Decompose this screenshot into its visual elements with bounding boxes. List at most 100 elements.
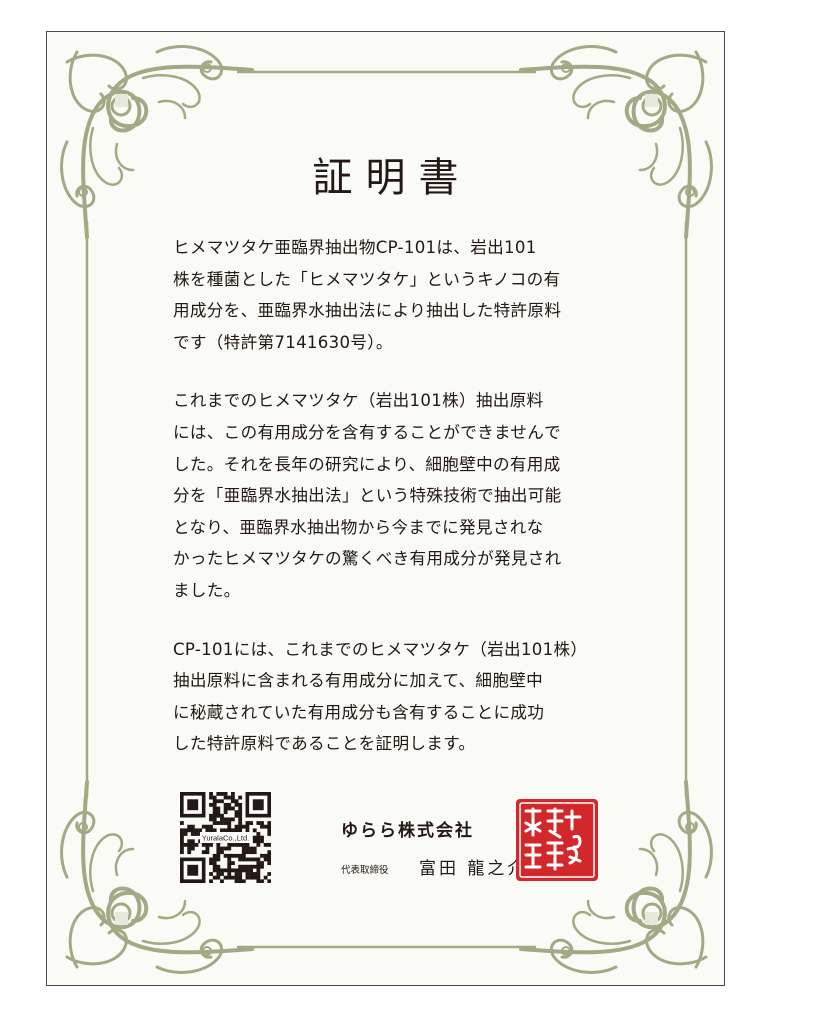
certificate-body: ヒメマツタケ亜臨界抽出物CP-101は、岩出101 株を種菌とした「ヒメマツタケ… <box>173 232 613 760</box>
paragraph-3: CP-101には、これまでのヒメマツタケ（岩出101株） 抽出原料に含まれる有用… <box>173 634 613 760</box>
qr-module <box>252 872 257 876</box>
qr-module <box>256 868 261 873</box>
qr-module <box>267 821 271 825</box>
qr-module <box>238 842 243 847</box>
qr-module <box>190 846 195 851</box>
qr-module <box>238 868 243 873</box>
qr-module <box>230 795 235 800</box>
qr-module <box>241 879 246 883</box>
qr-module <box>227 864 232 869</box>
qr-module <box>249 857 253 862</box>
qr-module <box>267 872 271 876</box>
certificate-title: 証明書 <box>312 155 472 201</box>
text-line: した。それを長年の研究により、細胞壁中の有用成 <box>173 454 561 474</box>
text-line: には、この有用成分を含有することができませんで <box>173 422 562 442</box>
qr-module <box>198 828 203 833</box>
qr-module <box>227 828 232 833</box>
qr-module <box>238 795 243 800</box>
qr-module <box>220 879 224 883</box>
qr-module <box>260 864 264 869</box>
qr-module <box>245 875 250 880</box>
qr-module <box>245 824 250 829</box>
qr-module <box>256 832 261 836</box>
qr-module <box>223 792 228 796</box>
qr-module <box>180 846 184 851</box>
paragraph-1: ヒメマツタケ亜臨界抽出物CP-101は、岩出101 株を種菌とした「ヒメマツタケ… <box>173 232 613 358</box>
text-line: CP-101には、これまでのヒメマツタケ（岩出101株） <box>173 639 588 659</box>
qr-module <box>267 853 271 858</box>
qr-code: YuralaCo.,Ltd. <box>180 792 271 883</box>
qr-module <box>205 842 210 847</box>
qr-module <box>187 839 192 844</box>
qr-module <box>223 810 228 815</box>
qr-module <box>241 846 246 851</box>
qr-module <box>249 821 253 825</box>
qr-module <box>230 792 235 796</box>
qr-module <box>260 879 264 883</box>
qr-module <box>216 842 221 847</box>
qr-module <box>234 875 239 880</box>
qr-module <box>180 828 184 833</box>
qr-module <box>187 850 192 855</box>
qr-module <box>230 875 235 880</box>
qr-module <box>267 861 271 865</box>
qr-module <box>227 853 232 858</box>
qr-module <box>220 846 224 851</box>
qr-module <box>263 853 268 858</box>
qr-module <box>245 828 250 833</box>
qr-module <box>223 821 228 825</box>
qr-module <box>190 839 195 844</box>
qr-module <box>252 864 257 869</box>
qr-module <box>209 879 213 883</box>
qr-module <box>187 842 192 847</box>
qr-module <box>267 832 271 836</box>
qr-module <box>180 850 184 855</box>
qr-module <box>267 842 271 847</box>
qr-module <box>241 850 246 855</box>
qr-module <box>263 824 268 829</box>
qr-module <box>201 842 206 847</box>
qr-module <box>256 857 261 862</box>
company-seal <box>516 799 598 881</box>
qr-module <box>267 879 271 883</box>
qr-module <box>180 842 184 847</box>
qr-finder-pattern <box>187 799 199 811</box>
qr-module <box>180 839 184 844</box>
qr-module <box>260 835 264 840</box>
qr-module <box>234 813 239 818</box>
qr-module <box>220 813 224 818</box>
qr-module <box>252 835 257 840</box>
qr-module <box>209 795 213 800</box>
qr-module <box>234 842 239 847</box>
qr-label: YuralaCo.,Ltd. <box>202 834 250 843</box>
qr-module <box>227 817 232 822</box>
qr-module <box>223 846 228 851</box>
qr-module <box>227 872 232 876</box>
qr-module <box>212 813 217 818</box>
qr-module <box>238 817 243 822</box>
qr-module <box>216 799 221 804</box>
text-line: 分を「亜臨界水抽出法」という特殊技術で抽出可能 <box>173 486 562 506</box>
qr-module <box>249 868 253 873</box>
qr-module <box>212 828 217 833</box>
qr-module <box>263 875 268 880</box>
qr-module <box>252 828 257 833</box>
qr-module <box>183 832 188 836</box>
qr-module <box>252 850 257 855</box>
text-line: ました。 <box>173 580 241 600</box>
qr-module <box>238 828 243 833</box>
qr-module <box>223 806 228 811</box>
text-line: した特許原料であることを証明します。 <box>173 734 476 754</box>
qr-module <box>212 810 217 815</box>
qr-module <box>234 799 239 804</box>
qr-module <box>205 824 210 829</box>
qr-module <box>245 868 250 873</box>
qr-module <box>212 868 217 873</box>
text-line: ヒメマツタケ亜臨界抽出物CP-101は、岩出101 <box>173 238 537 257</box>
qr-module <box>212 802 217 807</box>
qr-module <box>234 828 239 833</box>
qr-module <box>212 875 217 880</box>
qr-module <box>205 846 210 851</box>
qr-module <box>216 857 221 862</box>
representative-signature: 富田 龍之介 <box>419 859 528 879</box>
